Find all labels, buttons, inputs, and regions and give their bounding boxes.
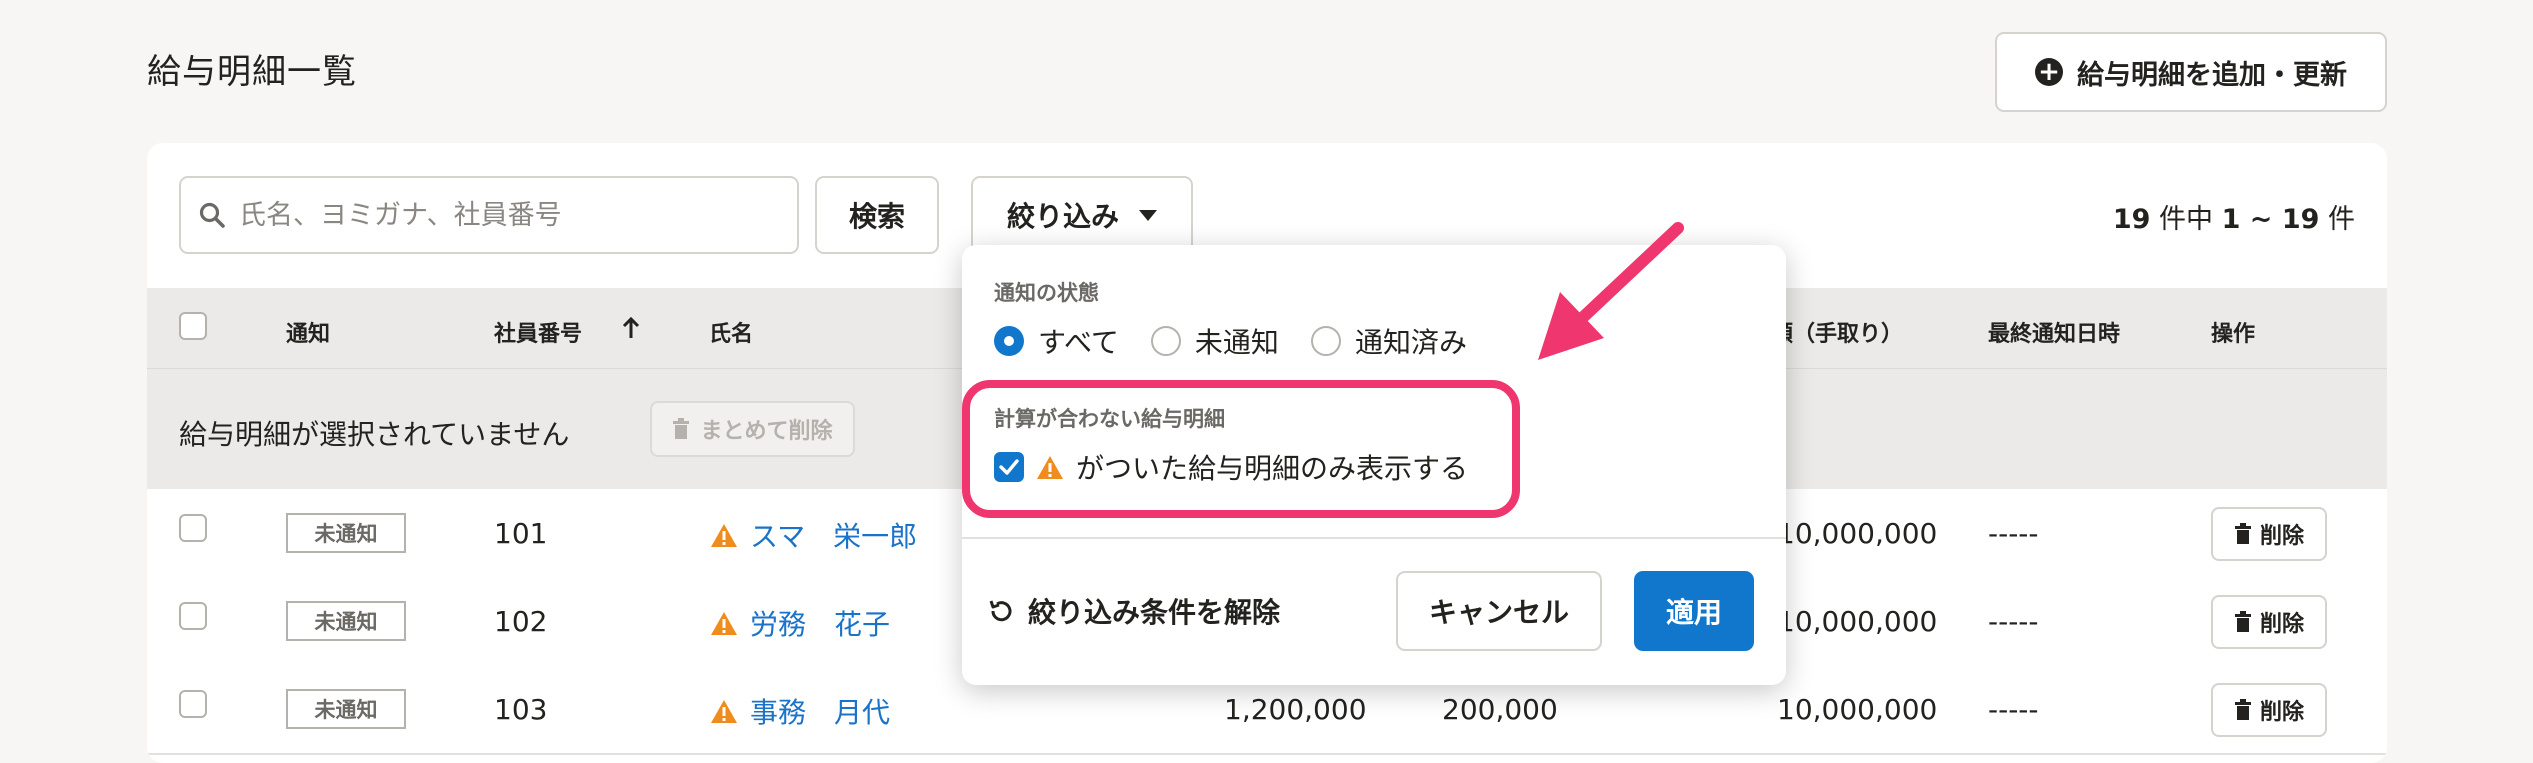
result-count: 19 件中 1 ~ 19 件 — [2113, 197, 2355, 236]
trash-icon — [2234, 523, 2251, 544]
add-payslip-label: 給与明細を追加・更新 — [2077, 59, 2347, 91]
warning-icon — [711, 699, 737, 723]
delete-label: 削除 — [2259, 524, 2304, 549]
employee-name: スマ 栄一郎 — [750, 520, 918, 553]
radio-unnotified-label: 未通知 — [1194, 326, 1279, 359]
reset-icon — [989, 600, 1012, 622]
employee-name: 労務 花子 — [750, 608, 891, 641]
add-payslip-button[interactable]: + 給与明細を追加・更新 — [1995, 32, 2387, 112]
employee-no: 101 — [494, 517, 548, 550]
search-input[interactable] — [237, 198, 761, 232]
reset-filter-button[interactable]: 絞り込み条件を解除 — [988, 591, 1280, 631]
selection-status: 給与明細が選択されていません — [179, 418, 570, 451]
employee-name-link[interactable]: スマ 栄一郎 — [710, 515, 917, 555]
employee-no: 103 — [494, 693, 548, 726]
warning-icon — [711, 611, 737, 635]
count-mid: 件中 — [2150, 204, 2222, 235]
radio-all-label: すべて — [1038, 326, 1119, 359]
caret-down-icon — [1139, 209, 1157, 221]
highlight-box — [962, 380, 1520, 518]
col-b: 200,000 — [1442, 693, 1558, 726]
page-title: 給与明細一覧 — [147, 52, 357, 92]
radio-notified-label: 通知済み — [1354, 326, 1467, 359]
count-range: 1 ~ 19 — [2221, 204, 2320, 235]
apply-button[interactable]: 適用 — [1634, 571, 1754, 651]
employee-name-link[interactable]: 事務 月代 — [710, 691, 890, 731]
net-amount: 10,000,000 — [1777, 605, 1938, 638]
row-checkbox[interactable] — [179, 514, 207, 542]
bulk-delete-button[interactable]: まとめて削除 — [650, 401, 855, 457]
cancel-button[interactable]: キャンセル — [1396, 571, 1602, 651]
annotation-arrow — [1538, 222, 1684, 360]
search-icon — [199, 202, 225, 228]
reset-filter-label: 絞り込み条件を解除 — [1028, 596, 1281, 629]
filter-button[interactable]: 絞り込み — [971, 176, 1193, 254]
delete-button[interactable]: 削除 — [2211, 683, 2327, 737]
last-notified: ----- — [1988, 693, 2039, 726]
warning-icon — [711, 523, 737, 547]
header-actions: 操作 — [2211, 322, 2256, 347]
status-badge: 未通知 — [286, 601, 406, 641]
count-suffix: 件 — [2319, 204, 2355, 235]
employee-no: 102 — [494, 605, 548, 638]
notify-status-radios: すべて 未通知 通知済み — [994, 321, 1499, 361]
header-employee-no[interactable]: 社員番号 — [494, 316, 582, 348]
delete-label: 削除 — [2259, 700, 2304, 725]
panel-divider — [962, 537, 1786, 539]
delete-button[interactable]: 削除 — [2211, 595, 2327, 649]
radio-all[interactable]: すべて — [994, 321, 1119, 361]
trash-icon — [673, 418, 690, 439]
bulk-delete-label: まとめて削除 — [700, 419, 833, 444]
radio-unnotified[interactable]: 未通知 — [1150, 321, 1279, 361]
radio-button[interactable] — [1150, 326, 1181, 356]
last-notified: ----- — [1988, 605, 2039, 638]
status-badge: 未通知 — [286, 513, 406, 553]
employee-name-link[interactable]: 労務 花子 — [710, 603, 890, 643]
employee-name: 事務 月代 — [750, 696, 891, 729]
trash-icon — [2234, 699, 2251, 720]
col-a: 1,200,000 — [1224, 693, 1367, 726]
trash-icon — [2234, 611, 2251, 632]
radio-notified[interactable]: 通知済み — [1310, 321, 1467, 361]
filter-button-label: 絞り込み — [1006, 200, 1119, 233]
radio-button[interactable] — [1310, 326, 1341, 356]
header-notify: 通知 — [286, 322, 331, 347]
delete-label: 削除 — [2259, 612, 2304, 637]
search-box — [179, 176, 799, 254]
count-total: 19 — [2112, 204, 2151, 235]
row-checkbox[interactable] — [179, 690, 207, 718]
net-amount: 10,000,000 — [1777, 693, 1938, 726]
plus-circle-icon: + — [2035, 58, 2063, 86]
select-all-checkbox[interactable] — [179, 312, 207, 340]
search-button[interactable]: 検索 — [815, 176, 939, 254]
last-notified: ----- — [1988, 517, 2039, 550]
delete-button[interactable]: 削除 — [2211, 507, 2327, 561]
sort-up-icon[interactable] — [621, 316, 641, 340]
header-last-notified: 最終通知日時 — [1988, 322, 2121, 347]
header-net-amount: 額（手取り） — [1771, 322, 1904, 347]
radio-button-selected[interactable] — [994, 326, 1024, 356]
row-checkbox[interactable] — [179, 602, 207, 630]
status-badge: 未通知 — [286, 689, 406, 729]
net-amount: 10,000,000 — [1777, 517, 1938, 550]
notify-status-label: 通知の状態 — [994, 281, 1099, 305]
header-name: 氏名 — [709, 322, 754, 347]
